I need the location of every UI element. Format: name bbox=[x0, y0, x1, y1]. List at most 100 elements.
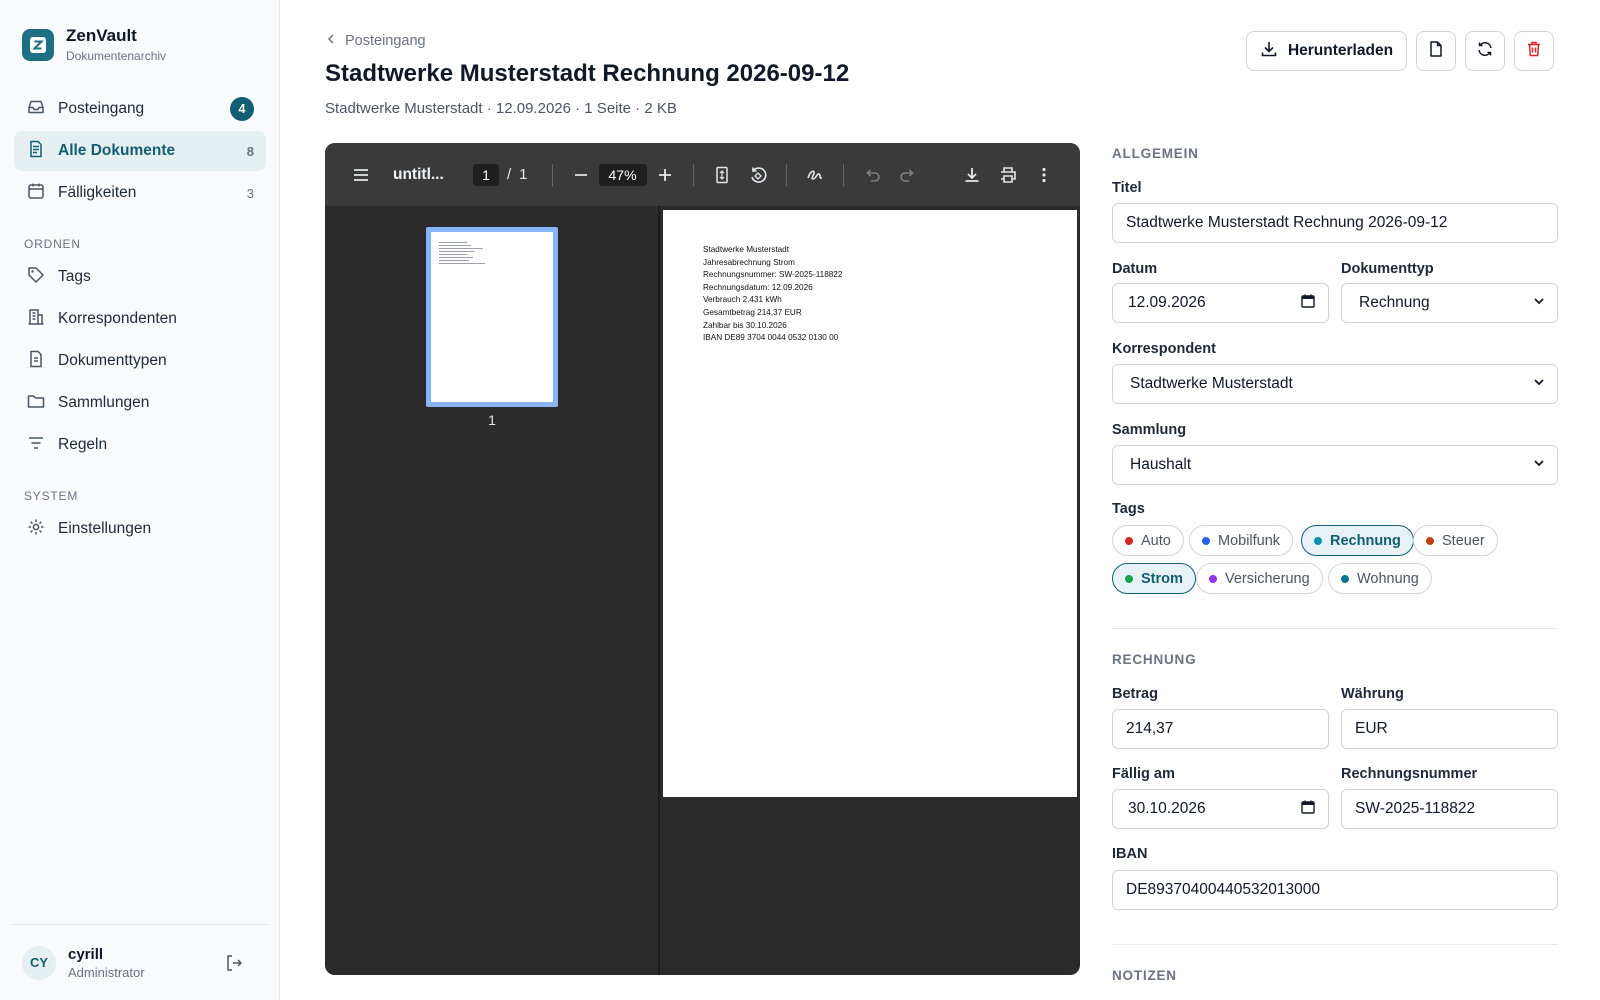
sidebar-item-label: Fälligkeiten bbox=[58, 184, 137, 201]
delete-button[interactable] bbox=[1514, 31, 1554, 71]
brand: ZenVault Dokumentenarchiv bbox=[22, 26, 166, 63]
titel-input[interactable]: Stadtwerke Musterstadt Rechnung 2026-09-… bbox=[1112, 203, 1558, 243]
file-type-icon bbox=[26, 349, 46, 374]
folder-icon bbox=[26, 391, 46, 416]
tag-chip-versicherung[interactable]: Versicherung bbox=[1196, 563, 1323, 594]
doc-line: Jahresabrechnung Strom bbox=[703, 257, 795, 267]
korrespondent-label: Korrespondent bbox=[1112, 341, 1216, 357]
nav-section-ordnen: ORDNEN bbox=[24, 237, 81, 251]
tag-icon bbox=[26, 265, 46, 290]
toolbar-divider bbox=[551, 163, 553, 186]
zoom-out-icon[interactable] bbox=[563, 157, 599, 193]
redo-icon[interactable] bbox=[890, 157, 926, 193]
print-icon[interactable] bbox=[990, 157, 1026, 193]
zoom-in-icon[interactable] bbox=[647, 157, 683, 193]
page-title: Stadtwerke Musterstadt Rechnung 2026-09-… bbox=[325, 60, 850, 87]
download-button[interactable]: Herunterladen bbox=[1246, 31, 1407, 71]
tag-chip-strom[interactable]: Strom bbox=[1112, 563, 1196, 594]
sidebar-item-tags[interactable]: Tags bbox=[14, 257, 266, 297]
toolbar-divider bbox=[692, 163, 694, 186]
tag-dot bbox=[1426, 536, 1434, 545]
pdf-toolbar: untitl... 1 / 1 47% bbox=[325, 143, 1080, 206]
pdf-page: Stadtwerke Musterstadt Jahresabrechnung … bbox=[663, 210, 1077, 797]
sidebar-item-faelligkeiten[interactable]: Fälligkeiten 3 bbox=[14, 173, 266, 213]
sidebar-item-sammlungen[interactable]: Sammlungen bbox=[14, 383, 266, 423]
calendar-picker-icon[interactable] bbox=[1300, 293, 1316, 314]
zoom-level-input[interactable]: 47% bbox=[598, 163, 647, 186]
thumbnail-content bbox=[431, 232, 553, 264]
breadcrumb[interactable]: Posteingang bbox=[325, 33, 426, 49]
tag-dot bbox=[1202, 536, 1210, 545]
more-vert-icon[interactable] bbox=[1026, 157, 1062, 193]
sidebar-item-label: Sammlungen bbox=[58, 394, 150, 411]
faellig-input[interactable]: 30.10.2026 bbox=[1112, 789, 1329, 829]
tag-label: Versicherung bbox=[1225, 570, 1310, 587]
sidebar-item-label: Tags bbox=[58, 268, 91, 285]
sidebar-item-dokumenttypen[interactable]: Dokumenttypen bbox=[14, 341, 266, 381]
iban-input[interactable]: DE89370400440532013000 bbox=[1112, 870, 1558, 910]
section-divider bbox=[1112, 628, 1558, 629]
pdf-download-icon[interactable] bbox=[954, 157, 990, 193]
sidebar-item-regeln[interactable]: Regeln bbox=[14, 425, 266, 465]
rechnungsnummer-label: Rechnungsnummer bbox=[1341, 766, 1478, 782]
calendar-picker-icon[interactable] bbox=[1300, 799, 1316, 820]
iban-label: IBAN bbox=[1112, 846, 1148, 862]
datum-input[interactable]: 12.09.2026 bbox=[1112, 283, 1329, 323]
gear-icon bbox=[26, 517, 46, 542]
toolbar-divider bbox=[842, 163, 844, 186]
korrespondent-value: Stadtwerke Musterstadt bbox=[1130, 375, 1293, 392]
sidebar-item-posteingang[interactable]: Posteingang 4 bbox=[14, 89, 266, 129]
breadcrumb-label: Posteingang bbox=[345, 33, 426, 49]
tag-chip-wohnung[interactable]: Wohnung bbox=[1328, 563, 1432, 594]
sammlung-select[interactable]: Haushalt bbox=[1112, 445, 1558, 485]
rotate-icon[interactable] bbox=[740, 157, 776, 193]
sidebar-item-alle-dokumente[interactable]: Alle Dokumente 8 bbox=[14, 131, 266, 171]
document-icon bbox=[26, 139, 46, 164]
section-divider bbox=[1112, 944, 1558, 945]
sidebar-item-korrespondenten[interactable]: Korrespondenten bbox=[14, 299, 266, 339]
betrag-input[interactable]: 214,37 bbox=[1112, 709, 1329, 749]
tag-chip-mobilfunk[interactable]: Mobilfunk bbox=[1189, 525, 1294, 556]
undo-icon[interactable] bbox=[854, 157, 890, 193]
logout-icon[interactable] bbox=[222, 951, 246, 975]
reprocess-button[interactable] bbox=[1465, 31, 1505, 71]
page-number-input[interactable]: 1 bbox=[473, 163, 499, 186]
sammlung-value: Haushalt bbox=[1130, 456, 1192, 473]
rechnungsnummer-input[interactable]: SW-2025-118822 bbox=[1341, 789, 1558, 829]
dokumenttyp-select[interactable]: Rechnung bbox=[1341, 283, 1558, 323]
faellig-value: 30.10.2026 bbox=[1128, 800, 1206, 817]
pdf-file-title: untitl... bbox=[393, 165, 444, 183]
thumbnail-sidebar: 1 bbox=[325, 206, 660, 975]
annotate-icon[interactable] bbox=[797, 157, 833, 193]
tag-chip-rechnung[interactable]: Rechnung bbox=[1301, 525, 1414, 556]
korrespondent-select[interactable]: Stadtwerke Musterstadt bbox=[1112, 364, 1558, 404]
avatar: CY bbox=[22, 945, 56, 980]
doc-line: Zahlbar bis 30.10.2026 bbox=[703, 320, 787, 330]
page-thumbnail[interactable] bbox=[426, 227, 558, 407]
doc-line: Gesamtbetrag 214,37 EUR bbox=[703, 307, 802, 317]
fit-page-icon[interactable] bbox=[704, 157, 740, 193]
brand-name: ZenVault bbox=[66, 26, 137, 45]
waehrung-input[interactable]: EUR bbox=[1341, 709, 1558, 749]
menu-icon[interactable] bbox=[343, 157, 379, 193]
file-icon bbox=[1427, 40, 1445, 63]
sidebar-item-label: Posteingang bbox=[58, 100, 145, 117]
thumbnail-page-number: 1 bbox=[488, 412, 496, 428]
tag-chip-auto[interactable]: Auto bbox=[1112, 525, 1184, 556]
page-separator: / bbox=[507, 166, 512, 183]
sidebar-item-count: 3 bbox=[246, 185, 254, 201]
doc-line: Rechnungsnummer: SW-2025-118822 bbox=[703, 270, 843, 280]
sidebar-item-einstellungen[interactable]: Einstellungen bbox=[14, 509, 266, 549]
chevron-down-icon bbox=[1531, 293, 1547, 314]
refresh-icon bbox=[1476, 40, 1494, 63]
tag-chip-steuer[interactable]: Steuer bbox=[1413, 525, 1498, 556]
user-panel: CY cyrill Administrator bbox=[12, 924, 268, 1000]
sammlung-label: Sammlung bbox=[1112, 422, 1187, 438]
titel-label: Titel bbox=[1112, 180, 1142, 196]
sidebar-item-count: 8 bbox=[246, 143, 254, 159]
file-button[interactable] bbox=[1416, 31, 1456, 71]
sidebar: ZenVault Dokumentenarchiv Posteingang 4 … bbox=[0, 0, 280, 1000]
tag-dot bbox=[1341, 574, 1349, 583]
sidebar-item-label: Alle Dokumente bbox=[58, 142, 176, 159]
nav-section-system: SYSTEM bbox=[24, 489, 79, 503]
